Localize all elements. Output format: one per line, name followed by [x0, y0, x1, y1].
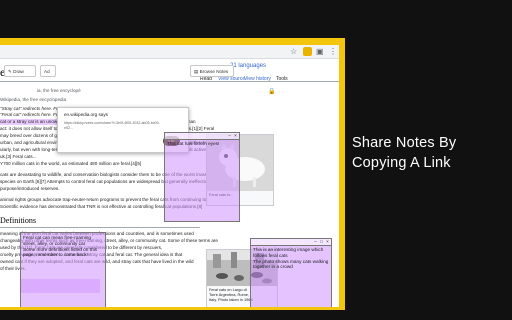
intro-line: Y700 million cats in the world, an estim…: [0, 161, 142, 166]
note-text[interactable]: Feral cat can mean free-roaming street, …: [23, 235, 103, 258]
promo-line-1: Share Notes By: [352, 135, 457, 151]
note-header[interactable]: – □ ×: [251, 239, 331, 246]
draw-button[interactable]: ✎ Draw: [4, 65, 36, 77]
browser-window: ☆ ▣ ⋮ eral ia, the free encyclopé Wikipe…: [0, 45, 339, 307]
from-line: Wikipedia, the free encyclopedia: [0, 97, 67, 102]
languages-button[interactable]: 21 languages: [230, 63, 266, 69]
sticky-note[interactable]: – × This cat has forlorn eyes!: [164, 132, 240, 222]
expand-icon[interactable]: □: [319, 239, 324, 244]
promo-line-2: Copying A Link: [352, 155, 451, 171]
puzzle-icon[interactable]: ▣: [316, 46, 324, 57]
note-text[interactable]: This cat has forlorn eyes!: [167, 141, 237, 147]
share-link-url[interactable]: https://sticky.notes.com/share?l=3e0f-4f…: [64, 121, 160, 130]
close-icon[interactable]: ×: [233, 133, 238, 138]
note-header[interactable]: – ×: [165, 133, 239, 140]
subtitle: ia, the free encyclopé: [37, 88, 81, 93]
minimize-icon[interactable]: –: [227, 133, 232, 138]
image-caption: Feral cats on Largo di Torre Argentina, …: [209, 287, 253, 302]
dialog-origin: en.wikipedia.org says: [64, 112, 108, 117]
tab-tools[interactable]: Tools: [276, 76, 288, 82]
browse-notes-button[interactable]: ▤ Browse Notes: [190, 65, 234, 77]
close-icon[interactable]: ×: [325, 239, 330, 244]
intro-line: uk.[3] Feral cats...: [0, 154, 37, 159]
note-text[interactable]: This is an interesting image which follo…: [253, 247, 329, 270]
minimize-icon[interactable]: –: [313, 239, 318, 244]
body-line: purpose/introduced reserves.: [0, 186, 60, 191]
section-heading: Definitions: [0, 216, 36, 225]
promo-headline: Share Notes By Copying A Link: [352, 133, 492, 173]
extension-icon[interactable]: [303, 47, 312, 56]
lock-icon: 🔒: [268, 89, 276, 95]
browser-toolbar: ☆ ▣ ⋮: [0, 45, 339, 59]
star-icon[interactable]: ☆: [290, 46, 297, 57]
sticky-note[interactable]: – □ × This is an interesting image which…: [250, 238, 332, 307]
tab-view-history[interactable]: View history: [244, 76, 271, 82]
sticky-note[interactable]: Feral cat can mean free-roaming street, …: [20, 232, 106, 307]
add-button[interactable]: Ad: [40, 65, 56, 77]
menu-icon[interactable]: ⋮: [329, 46, 337, 57]
